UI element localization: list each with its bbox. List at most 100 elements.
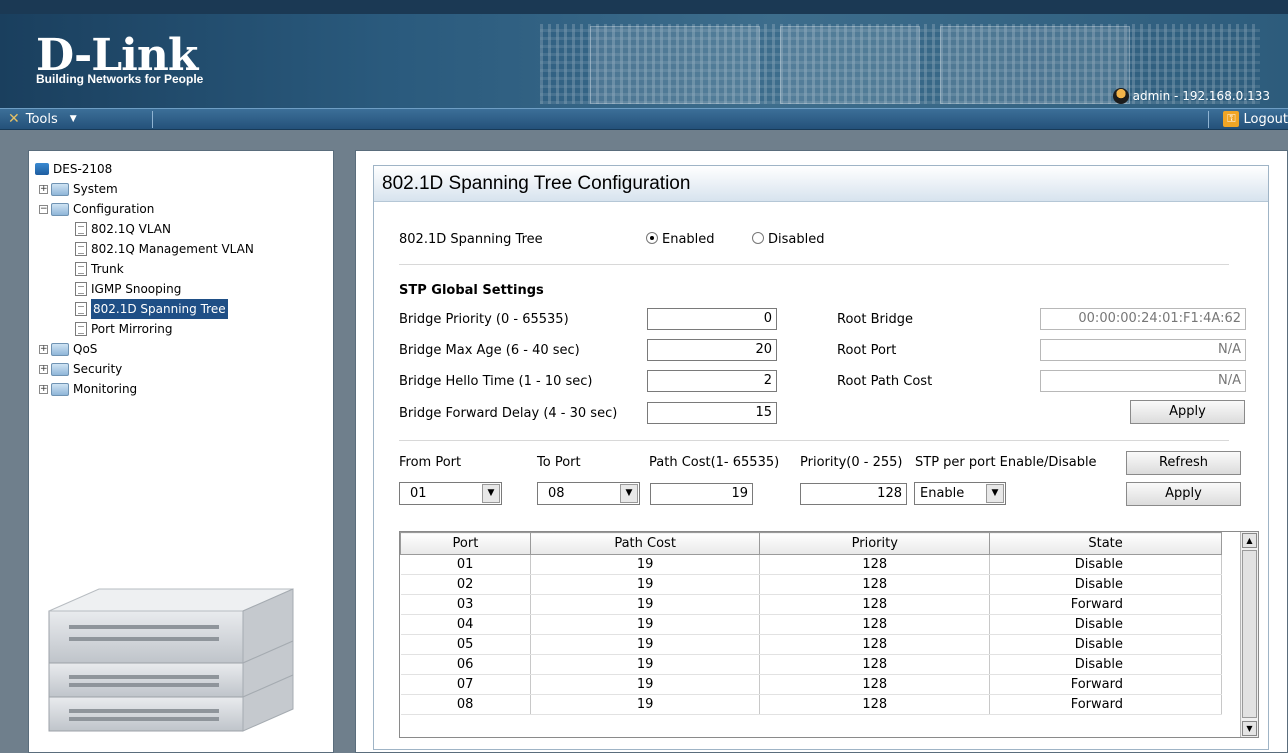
port-table-container: Port Path Cost Priority State 01 19 128 Dis… bbox=[399, 531, 1259, 738]
from-port-label: From Port bbox=[399, 455, 462, 470]
priority-cell: 128 bbox=[759, 594, 991, 615]
radio-label: Disabled bbox=[768, 232, 825, 247]
tree-root-label: DES-2108 bbox=[53, 162, 113, 176]
expand-icon[interactable]: + bbox=[39, 364, 48, 374]
per-port-label: STP per port Enable/Disable bbox=[915, 455, 1097, 470]
state-cell: Disable bbox=[989, 654, 1222, 675]
state-cell: Forward bbox=[989, 594, 1222, 615]
tree-item-security[interactable]: + Security bbox=[35, 359, 254, 379]
chevron-down-icon: ▼ bbox=[620, 484, 638, 503]
collapse-icon[interactable]: − bbox=[39, 204, 48, 214]
expand-icon[interactable]: + bbox=[39, 184, 48, 194]
table-row[interactable]: 04 19 128 Disable bbox=[400, 614, 1222, 635]
scroll-down-icon[interactable]: ▼ bbox=[1242, 721, 1257, 736]
stp-enabled-radio[interactable]: Enabled bbox=[646, 232, 715, 247]
tree-item-8021q-vlan[interactable]: 802.1Q VLAN bbox=[35, 219, 254, 239]
expand-icon[interactable]: + bbox=[39, 344, 48, 354]
logo-brand: D-Link bbox=[36, 30, 198, 81]
port-cell: 07 bbox=[400, 674, 531, 695]
stp-disabled-radio[interactable]: Disabled bbox=[752, 232, 824, 247]
tree-item-label: IGMP Snooping bbox=[91, 282, 182, 296]
page-icon bbox=[75, 262, 87, 276]
priority-input[interactable]: 128 bbox=[800, 483, 907, 505]
table-row[interactable]: 08 19 128 Forward bbox=[400, 694, 1222, 715]
max-age-label: Bridge Max Age (6 - 40 sec) bbox=[399, 343, 580, 358]
logout-button[interactable]: ⚿ Logout bbox=[1223, 111, 1288, 127]
root-path-cost-label: Root Path Cost bbox=[837, 374, 933, 389]
tree-root[interactable]: DES-2108 bbox=[35, 159, 254, 179]
folder-icon bbox=[51, 342, 69, 356]
column-header-path-cost[interactable]: Path Cost bbox=[529, 532, 761, 555]
tree-item-label: Port Mirroring bbox=[91, 322, 173, 336]
from-port-value: 01 bbox=[410, 486, 427, 501]
column-header-port[interactable]: Port bbox=[400, 532, 531, 555]
scroll-thumb[interactable] bbox=[1242, 550, 1257, 718]
priority-cell: 128 bbox=[759, 654, 991, 675]
column-header-priority[interactable]: Priority bbox=[759, 532, 991, 555]
tree-item-8021q-management-vlan[interactable]: 802.1Q Management VLAN bbox=[35, 239, 254, 259]
tools-menu[interactable]: ✕ Tools ▼ bbox=[8, 111, 77, 127]
table-row[interactable]: 01 19 128 Disable bbox=[400, 554, 1222, 575]
banner-decoration bbox=[780, 26, 920, 104]
table-row[interactable]: 02 19 128 Disable bbox=[400, 574, 1222, 595]
table-row[interactable]: 05 19 128 Disable bbox=[400, 634, 1222, 655]
tree-item-8021d-spanning-tree[interactable]: 802.1D Spanning Tree bbox=[35, 299, 254, 319]
table-row[interactable]: 06 19 128 Disable bbox=[400, 654, 1222, 675]
priority-cell: 128 bbox=[759, 614, 991, 635]
tree-item-label: 802.1Q Management VLAN bbox=[91, 242, 254, 256]
tree-item-label-selected: 802.1D Spanning Tree bbox=[91, 299, 228, 319]
logout-icon: ⚿ bbox=[1223, 111, 1240, 127]
folder-open-icon bbox=[51, 202, 69, 216]
table-body: 01 19 128 Disable 02 19 128 Disable 03 19 128 Forwa… bbox=[400, 554, 1222, 715]
navigation-panel: DES-2108 + System − Configuration 802.1Q… bbox=[28, 150, 334, 753]
column-header-state[interactable]: State bbox=[989, 532, 1222, 555]
chevron-down-icon: ▼ bbox=[69, 114, 77, 124]
section-heading: STP Global Settings bbox=[399, 283, 544, 298]
page-icon bbox=[75, 302, 87, 316]
banner-decoration bbox=[590, 26, 760, 104]
config-card: 802.1D Spanning Tree Configuration 802.1… bbox=[373, 165, 1269, 750]
to-port-select[interactable]: 08 ▼ bbox=[537, 482, 640, 505]
max-age-input[interactable]: 20 bbox=[647, 339, 777, 361]
divider bbox=[399, 440, 1229, 441]
navigation-tree: DES-2108 + System − Configuration 802.1Q… bbox=[35, 159, 254, 399]
tree-item-trunk[interactable]: Trunk bbox=[35, 259, 254, 279]
tree-item-configuration[interactable]: − Configuration bbox=[35, 199, 254, 219]
forward-delay-label: Bridge Forward Delay (4 - 30 sec) bbox=[399, 406, 618, 421]
radio-unchecked-icon bbox=[752, 232, 764, 244]
port-cell: 06 bbox=[400, 654, 531, 675]
bridge-priority-label: Bridge Priority (0 - 65535) bbox=[399, 312, 569, 327]
priority-cell: 128 bbox=[759, 634, 991, 655]
path-cost-input[interactable]: 19 bbox=[650, 483, 753, 505]
table-scrollbar[interactable]: ▲ ▼ bbox=[1240, 532, 1258, 737]
page-icon bbox=[75, 322, 87, 336]
user-icon bbox=[1112, 88, 1129, 104]
from-port-select[interactable]: 01 ▼ bbox=[399, 482, 502, 505]
path-cost-cell: 19 bbox=[530, 614, 761, 635]
tree-item-port-mirroring[interactable]: Port Mirroring bbox=[35, 319, 254, 339]
priority-cell: 128 bbox=[759, 694, 991, 715]
tree-item-label: System bbox=[73, 182, 118, 196]
bridge-priority-input[interactable]: 0 bbox=[647, 308, 777, 330]
tree-item-monitoring[interactable]: + Monitoring bbox=[35, 379, 254, 399]
tools-icon: ✕ bbox=[8, 111, 20, 127]
scroll-up-icon[interactable]: ▲ bbox=[1242, 533, 1257, 548]
hello-time-input[interactable]: 2 bbox=[647, 370, 777, 392]
table-row[interactable]: 07 19 128 Forward bbox=[400, 674, 1222, 695]
user-info: admin - 192.168.0.133 bbox=[1112, 88, 1270, 104]
port-apply-button[interactable]: Apply bbox=[1126, 482, 1241, 506]
to-port-label: To Port bbox=[537, 455, 581, 470]
tree-item-igmp-snooping[interactable]: IGMP Snooping bbox=[35, 279, 254, 299]
table-row[interactable]: 03 19 128 Forward bbox=[400, 594, 1222, 615]
port-cell: 03 bbox=[400, 594, 531, 615]
state-cell: Disable bbox=[989, 614, 1222, 635]
priority-cell: 128 bbox=[759, 554, 991, 575]
tree-item-qos[interactable]: + QoS bbox=[35, 339, 254, 359]
stp-per-port-select[interactable]: Enable ▼ bbox=[914, 482, 1006, 505]
refresh-button[interactable]: Refresh bbox=[1126, 451, 1241, 475]
expand-icon[interactable]: + bbox=[39, 384, 48, 394]
forward-delay-input[interactable]: 15 bbox=[647, 402, 777, 424]
stp-label: 802.1D Spanning Tree bbox=[399, 232, 543, 247]
tree-item-system[interactable]: + System bbox=[35, 179, 254, 199]
global-apply-button[interactable]: Apply bbox=[1130, 400, 1245, 424]
